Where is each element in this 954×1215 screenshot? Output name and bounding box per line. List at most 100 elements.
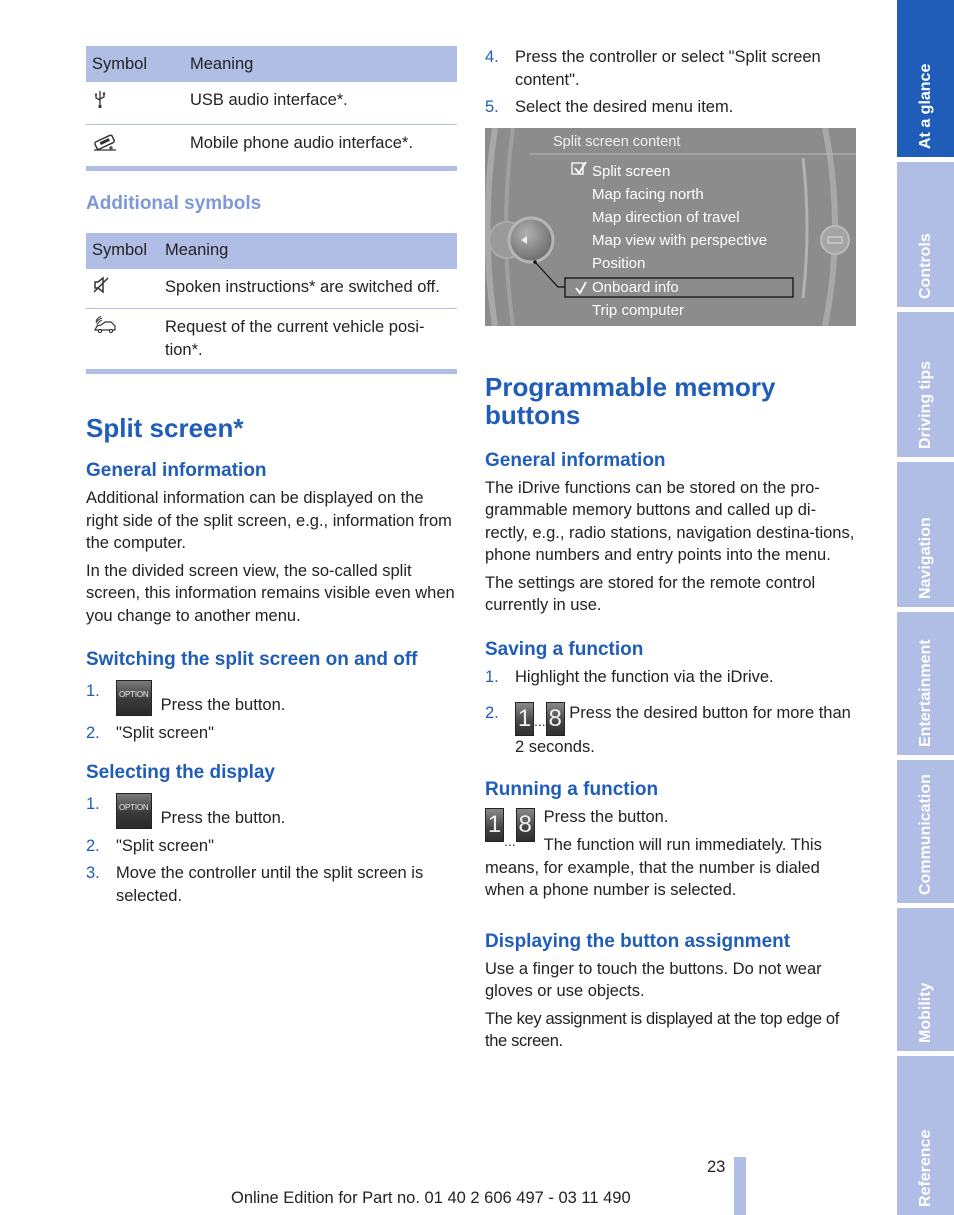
paragraph: The key assignment is displayed at the t… <box>485 1009 839 1051</box>
saving-steps: 1. Highlight the function via the iDrive… <box>485 666 857 759</box>
table-header-row: Symbol Meaning <box>86 232 457 269</box>
list-item: 4. Press the controller or select "Split… <box>485 46 857 91</box>
side-tab-mobility[interactable]: Mobility <box>897 908 954 1051</box>
idrive-menu-item-selected: Onboard info <box>592 278 679 296</box>
side-tab-label: Navigation <box>916 517 934 599</box>
step-text: Press the button. <box>160 809 286 827</box>
footer-edition-text: Online Edition for Part no. 01 40 2 606 … <box>231 1189 631 1207</box>
paragraph: Use a finger to touch the buttons. Do no… <box>485 959 822 1001</box>
list-item: 2. "Split screen" <box>86 835 458 858</box>
additional-symbols-table: Symbol Meaning Spoken instructions* are … <box>86 232 457 370</box>
option-button-icon: OPTION <box>116 793 152 829</box>
left-column: Symbol Meaning USB audio interface*. Mob… <box>86 46 458 912</box>
table-row: Request of the current vehicle posi-tion… <box>86 309 457 370</box>
page-number-bar <box>734 1157 746 1215</box>
column-header-symbol: Symbol <box>86 232 159 269</box>
step-number: 4. <box>485 48 499 66</box>
idrive-menu-item: Position <box>592 255 646 273</box>
mobile-phone-icon <box>94 133 116 151</box>
table-bottom-rule <box>86 166 457 171</box>
paragraph: In the divided screen view, the so-calle… <box>86 561 455 625</box>
side-tab-label: Controls <box>916 233 934 299</box>
step-text: Press the desired button for more than 2… <box>515 704 851 756</box>
side-tab-label: Driving tips <box>916 360 934 449</box>
ellipsis: ... <box>504 832 516 849</box>
table-header-row: Symbol Meaning <box>86 46 457 82</box>
table-row: USB audio interface*. <box>86 82 457 125</box>
table-bottom-rule <box>86 369 457 374</box>
selecting-steps: 1. OPTION Press the button. 2. "Split sc… <box>86 793 458 907</box>
idrive-menu-item: Map direction of travel <box>592 208 740 226</box>
idrive-menu-item: Split screen <box>592 162 671 180</box>
list-item: 2. "Split screen" <box>86 722 458 745</box>
speaker-muted-icon <box>93 275 109 294</box>
meaning-cell: Spoken instructions* are switched off. <box>159 268 457 309</box>
side-tab-label: Communication <box>916 774 934 895</box>
step-text: "Split screen" <box>116 723 214 742</box>
ellipsis: ... <box>534 713 546 729</box>
running-function-block: 1...8 Press the button. The function wil… <box>485 806 857 902</box>
paragraph: Press the button. <box>543 807 669 826</box>
split-screen-title: Split screen* <box>86 413 244 443</box>
general-information-heading: General information <box>86 460 267 481</box>
option-button-icon: OPTION <box>116 680 152 716</box>
selecting-steps-continued: 4. Press the controller or select "Split… <box>485 46 857 119</box>
memory-button-1-icon: 1 <box>515 702 534 736</box>
paragraph: Additional information can be displayed … <box>86 489 452 552</box>
paragraph: The settings are stored for the remote c… <box>485 573 816 615</box>
column-header-symbol: Symbol <box>86 46 184 82</box>
step-number: 2. <box>86 836 100 855</box>
usb-icon <box>94 91 106 109</box>
column-header-meaning: Meaning <box>159 232 457 269</box>
side-tab-reference[interactable]: Reference <box>897 1056 954 1215</box>
meaning-cell: USB audio interface*. <box>184 82 457 125</box>
step-text: Press the controller or select "Split sc… <box>515 48 821 89</box>
memory-buttons-title: Programmable memory buttons <box>485 371 776 430</box>
step-number: 1. <box>86 795 100 813</box>
side-tab-at-a-glance[interactable]: At a glance <box>897 0 954 157</box>
paragraph: The function will run immediately. This … <box>485 836 822 899</box>
step-number: 1. <box>86 682 100 700</box>
side-tab-driving-tips[interactable]: Driving tips <box>897 312 954 457</box>
symbol-table: Symbol Meaning USB audio interface*. Mob… <box>86 46 457 166</box>
memory-button-1-icon: 1 <box>485 807 504 842</box>
step-number: 2. <box>485 704 499 722</box>
step-number: 5. <box>485 98 499 116</box>
side-tab-label: Mobility <box>916 982 934 1043</box>
selecting-display-heading: Selecting the display <box>86 762 275 783</box>
right-column: 4. Press the controller or select "Split… <box>485 46 857 1058</box>
side-tab-communication[interactable]: Communication <box>897 760 954 903</box>
table-row: Spoken instructions* are switched off. <box>86 268 457 309</box>
step-text: Move the controller until the split scre… <box>116 864 424 905</box>
list-item: 1. OPTION Press the button. <box>86 680 458 717</box>
saving-function-heading: Saving a function <box>485 638 644 660</box>
meaning-cell: Mobile phone audio interface*. <box>190 133 413 152</box>
memory-buttons-icon: 1...8 <box>485 807 535 849</box>
list-item: 1. Highlight the function via the iDrive… <box>485 666 857 689</box>
side-tab-label: Reference <box>916 1129 934 1207</box>
step-text: Select the desired menu item. <box>515 98 734 116</box>
table-row: Mobile phone audio interface*. <box>86 124 457 166</box>
page-number: 23 <box>707 1158 726 1176</box>
idrive-menu: Split screen Map facing north Map direct… <box>592 160 767 322</box>
list-item: 5. Select the desired menu item. <box>485 96 857 119</box>
idrive-menu-item: Map facing north <box>592 185 704 203</box>
side-tab-navigation[interactable]: Navigation <box>897 462 954 607</box>
idrive-menu-item: Trip computer <box>592 301 684 319</box>
memory-button-8-icon: 8 <box>515 807 535 842</box>
switching-heading: Switching the split screen on and off <box>86 649 418 670</box>
step-number: 3. <box>86 864 100 882</box>
vehicle-position-icon <box>94 316 116 334</box>
column-header-meaning: Meaning <box>184 46 457 82</box>
step-text: Press the button. <box>160 696 286 714</box>
idrive-menu-item: Map view with perspective <box>592 232 768 250</box>
list-item: 3. Move the controller until the split s… <box>86 862 458 907</box>
paragraph: The iDrive functions can be stored on th… <box>485 478 855 565</box>
side-tab-entertainment[interactable]: Entertainment <box>897 612 954 755</box>
side-tab-label: Entertainment <box>916 639 934 747</box>
list-item: 1. OPTION Press the button. <box>86 793 458 830</box>
running-function-heading: Running a function <box>485 778 659 800</box>
list-item: 2. 1... 8 Press the desired button for mo… <box>485 702 857 759</box>
side-tab-controls[interactable]: Controls <box>897 162 954 307</box>
step-text: "Split screen" <box>116 836 214 855</box>
